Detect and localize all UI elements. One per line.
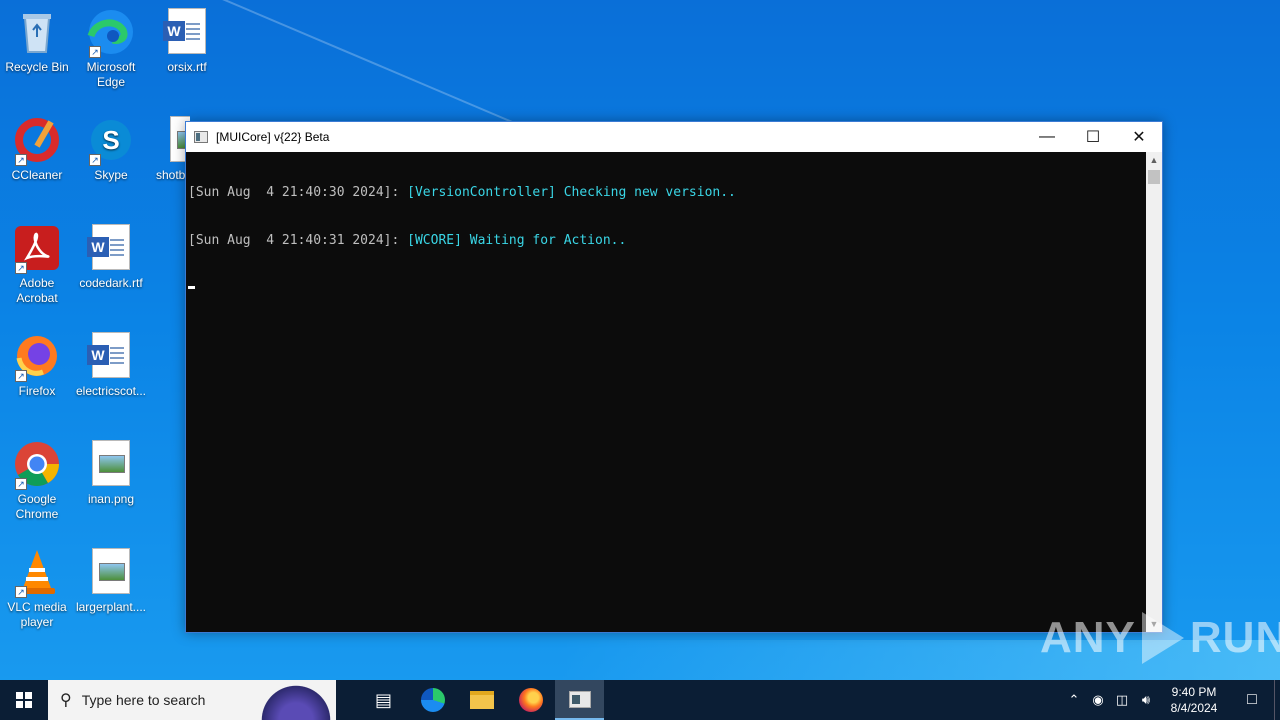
desktop-icon-label: Google Chrome — [15, 492, 59, 521]
system-tray: ⌃ ◉ ◫ 🔊︎ 9:40 PM 8/4/2024 □ — [1062, 680, 1280, 720]
console-window[interactable]: [MUICore] v{22} Beta — ☐ ✕ [Sun Aug 4 21… — [185, 121, 1163, 633]
shortcut-arrow-icon: ↗ — [15, 262, 27, 274]
word-document-icon: W — [163, 8, 206, 54]
image-file-icon — [92, 440, 130, 486]
firefox-icon — [518, 688, 543, 712]
watermark-text-right: RUN — [1189, 613, 1280, 662]
windows-logo-icon — [16, 692, 32, 708]
desktop-icon-orsix-rtf[interactable]: W orsix.rtf — [150, 8, 224, 75]
shortcut-arrow-icon: ↗ — [89, 46, 101, 58]
desktop-icon-label: codedark.rtf — [79, 276, 143, 290]
taskbar-console-button[interactable] — [555, 680, 604, 720]
console-app-icon — [194, 131, 208, 143]
maximize-button[interactable]: ☐ — [1070, 122, 1116, 152]
adobe-acrobat-icon: ↗ — [13, 224, 61, 274]
taskbar-search-box[interactable]: ⚲ Type here to search — [48, 680, 336, 720]
desktop-icon-label: Microsoft Edge — [86, 60, 136, 89]
taskbar-clock[interactable]: 9:40 PM 8/4/2024 — [1158, 684, 1230, 716]
scroll-up-icon[interactable]: ▲ — [1146, 152, 1162, 168]
desktop-icon-skype[interactable]: S ↗ Skype — [74, 116, 148, 183]
console-output[interactable]: [Sun Aug 4 21:40:30 2024]: [VersionContr… — [186, 152, 1146, 632]
desktop-icon-inan-png[interactable]: inan.png — [74, 440, 148, 507]
recycle-bin-icon — [13, 8, 61, 56]
shortcut-arrow-icon: ↗ — [15, 154, 27, 166]
firefox-icon: ↗ — [13, 332, 61, 382]
search-icon: ⚲ — [60, 692, 72, 709]
taskbar-file-explorer-button[interactable] — [457, 680, 506, 720]
desktop-icon-ccleaner[interactable]: ↗ CCleaner — [0, 116, 74, 183]
shortcut-arrow-icon: ↗ — [15, 370, 27, 382]
task-view-button[interactable]: ▤ — [359, 680, 408, 720]
folder-icon — [469, 691, 494, 709]
search-placeholder: Type here to search — [81, 692, 206, 708]
play-triangle-icon — [1141, 612, 1184, 664]
minimize-button[interactable]: — — [1024, 122, 1070, 152]
edge-icon: ↗ — [87, 8, 135, 58]
window-titlebar[interactable]: [MUICore] v{22} Beta — ☐ ✕ — [186, 122, 1162, 152]
console-cursor — [188, 286, 195, 289]
console-timestamp: [Sun Aug 4 21:40:31 2024]: — [188, 233, 408, 248]
anyrun-watermark: ANY RUN — [1040, 612, 1280, 664]
task-view-icon: ▤ — [374, 689, 392, 710]
taskbar-edge-button[interactable] — [408, 680, 457, 720]
volume-icon[interactable]: 🔊︎ — [1134, 692, 1158, 708]
start-button[interactable] — [0, 680, 48, 720]
desktop-icon-label: Adobe Acrobat — [16, 276, 58, 305]
shortcut-arrow-icon: ↗ — [15, 478, 27, 490]
vertical-scrollbar[interactable]: ▲ ▼ — [1146, 152, 1162, 632]
edge-icon — [420, 688, 445, 712]
console-timestamp: [Sun Aug 4 21:40:30 2024]: — [188, 185, 408, 200]
desktop-icon-label: inan.png — [87, 492, 135, 506]
console-message: [VersionController] Checking new version… — [407, 185, 736, 200]
taskbar: ⚲ Type here to search ▤ ⌃ ◉ ◫ 🔊︎ 9:40 PM… — [0, 680, 1280, 720]
desktop-icon-label: Firefox — [18, 384, 56, 398]
desktop-icon-label: largerplant.... — [75, 600, 147, 614]
desktop-icon-label: VLC media player — [7, 600, 67, 629]
clock-time: 9:40 PM — [1171, 685, 1217, 699]
scrollbar-thumb[interactable] — [1148, 170, 1160, 184]
search-highlight-decoration — [256, 680, 336, 720]
desktop-icon-codedark-rtf[interactable]: W codedark.rtf — [74, 224, 148, 291]
chevron-up-icon[interactable]: ⌃ — [1062, 692, 1086, 708]
watermark-text-left: ANY — [1040, 613, 1136, 662]
notification-center-icon[interactable]: □ — [1230, 691, 1274, 709]
desktop-icon-label: shotb — [156, 168, 186, 182]
desktop-icon-electricscot[interactable]: W electricscot... — [74, 332, 148, 399]
chrome-icon: ↗ — [13, 440, 61, 490]
clock-date: 8/4/2024 — [1170, 701, 1218, 715]
word-document-icon: W — [87, 224, 130, 270]
desktop-icon-firefox[interactable]: ↗ Firefox — [0, 332, 74, 399]
shortcut-arrow-icon: ↗ — [15, 586, 27, 598]
ccleaner-icon: ↗ — [13, 116, 61, 166]
image-file-icon — [92, 548, 130, 594]
desktop-icon-label: orsix.rtf — [167, 60, 207, 74]
desktop-icon-largerplant[interactable]: largerplant.... — [74, 548, 148, 615]
desktop-icon-label: electricscot... — [75, 384, 147, 398]
desktop-icon-label: CCleaner — [11, 168, 63, 182]
window-title: [MUICore] v{22} Beta — [216, 130, 330, 144]
desktop-icon-vlc[interactable]: ↗ VLC media player — [0, 548, 74, 630]
desktop-icon-adobe-acrobat[interactable]: ↗ Adobe Acrobat — [0, 224, 74, 306]
desktop-icon-recycle-bin[interactable]: Recycle Bin — [0, 8, 74, 75]
taskbar-firefox-button[interactable] — [506, 680, 555, 720]
console-app-icon — [568, 690, 591, 708]
meet-now-icon[interactable]: ◉ — [1086, 692, 1110, 708]
word-document-icon: W — [87, 332, 130, 378]
close-button[interactable]: ✕ — [1116, 122, 1162, 152]
desktop-icon-shotb[interactable]: shotb — [150, 116, 190, 183]
show-desktop-button[interactable] — [1274, 680, 1280, 720]
desktop-icon-google-chrome[interactable]: ↗ Google Chrome — [0, 440, 74, 522]
desktop-icon-label: Skype — [94, 168, 128, 182]
svg-text:S: S — [102, 125, 119, 155]
vlc-cone-icon: ↗ — [13, 548, 61, 598]
network-icon[interactable]: ◫ — [1110, 692, 1134, 708]
skype-icon: S ↗ — [87, 116, 135, 166]
desktop-icon-label: Recycle Bin — [5, 60, 69, 74]
desktop-icon-microsoft-edge[interactable]: ↗ Microsoft Edge — [74, 8, 148, 90]
console-message: [WCORE] Waiting for Action.. — [407, 233, 627, 248]
console-line: [Sun Aug 4 21:40:31 2024]: [WCORE] Waiti… — [188, 233, 1144, 249]
shortcut-arrow-icon: ↗ — [89, 154, 101, 166]
console-line: [Sun Aug 4 21:40:30 2024]: [VersionContr… — [188, 185, 1144, 201]
